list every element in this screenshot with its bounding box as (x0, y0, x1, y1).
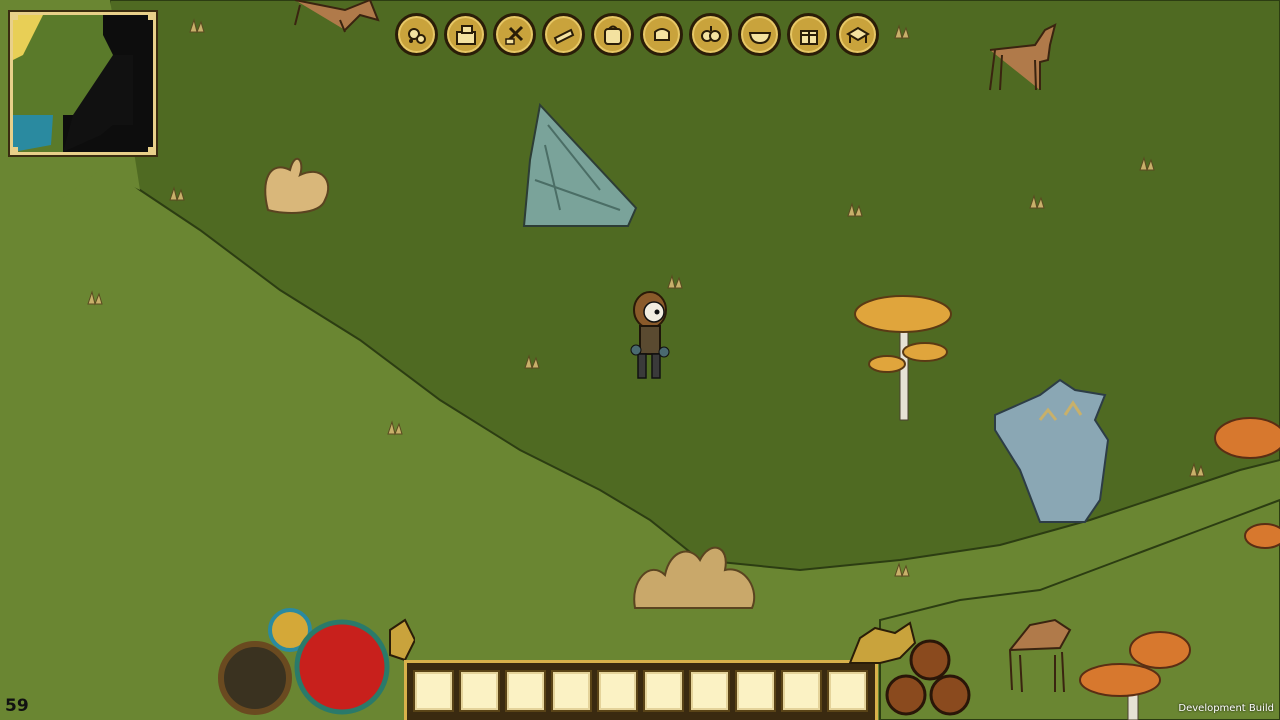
blocks-icon (455, 24, 476, 45)
status-orbs (218, 608, 415, 715)
hotbar-slot-7[interactable] (689, 670, 730, 712)
craft-category-food[interactable] (689, 13, 732, 56)
hotbar (404, 660, 878, 720)
hotbar-slot-6[interactable] (643, 670, 684, 712)
game-world (0, 0, 1280, 720)
craft-category-forage[interactable] (395, 13, 438, 56)
telescope-icon (553, 28, 574, 44)
development-build-label: Development Build (1178, 703, 1274, 714)
hotbar-slot-9[interactable] (781, 670, 822, 712)
food-icon (700, 25, 721, 42)
craft-category-blocks[interactable] (444, 13, 487, 56)
bird-ornament (389, 618, 415, 662)
backpack-icon (603, 25, 622, 45)
tools-icon (504, 25, 523, 45)
hotbar-slot-1[interactable] (413, 670, 454, 712)
hunger-orb (218, 641, 292, 715)
health-orb (294, 619, 390, 715)
fist-icon (653, 27, 670, 41)
workbench-icon (845, 26, 870, 43)
craft-category-combat[interactable] (640, 13, 683, 56)
gift-icon (799, 29, 818, 45)
hotbar-slot-10[interactable] (827, 670, 868, 712)
bowl-icon (748, 31, 771, 44)
craft-category-backpack[interactable] (591, 13, 634, 56)
hotbar-slot-5[interactable] (597, 670, 638, 712)
hotbar-slot-4[interactable] (551, 670, 592, 712)
craft-category-telescope[interactable] (542, 13, 585, 56)
minimap[interactable] (10, 12, 156, 155)
craft-category-gifts[interactable] (787, 13, 830, 56)
forage-icon (407, 27, 426, 44)
fps-counter: 59 (5, 696, 29, 716)
craft-category-cooking[interactable] (738, 13, 781, 56)
crafting-category-bar (395, 13, 879, 57)
hotbar-slot-3[interactable] (505, 670, 546, 712)
world-minimap-icon (13, 15, 153, 152)
craft-category-tools[interactable] (493, 13, 536, 56)
fox-ornament (848, 621, 917, 664)
hotbar-slot-8[interactable] (735, 670, 776, 712)
craft-category-workbench[interactable] (836, 13, 879, 56)
hotbar-slot-2[interactable] (459, 670, 500, 712)
